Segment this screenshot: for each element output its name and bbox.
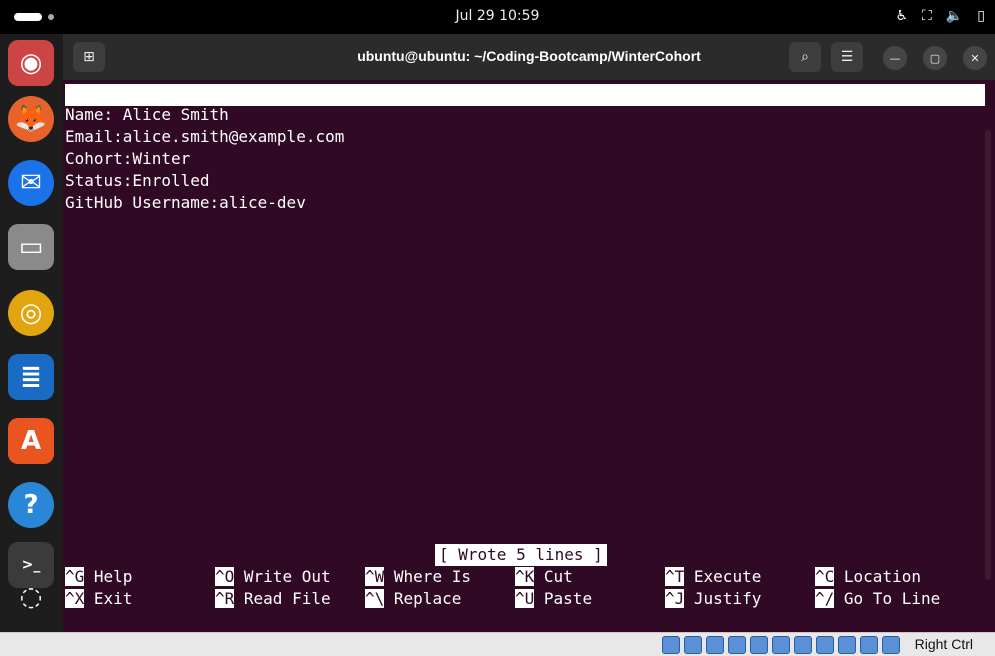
- text-line[interactable]: Cohort:Winter: [65, 148, 190, 170]
- vbox-status-bar: Right Ctrl: [0, 632, 995, 656]
- shared-folder-icon[interactable]: [772, 636, 790, 654]
- virtualization-icon[interactable]: [838, 636, 856, 654]
- nano-header: GNU nano 7.2 alice.txt: [65, 84, 985, 148]
- shortcut-location[interactable]: ^C Location: [815, 566, 921, 588]
- hard-disk-icon[interactable]: [662, 636, 680, 654]
- shortcut-where-is[interactable]: ^W Where Is: [365, 566, 471, 588]
- display-icon[interactable]: [794, 636, 812, 654]
- text-line[interactable]: Name: Alice Smith: [65, 104, 229, 126]
- text-line[interactable]: Status:Enrolled: [65, 170, 210, 192]
- search-icon: ⌕: [801, 49, 809, 65]
- shortcut-paste[interactable]: ^U Paste: [515, 588, 592, 610]
- search-button[interactable]: ⌕: [789, 42, 821, 72]
- terminal-content[interactable]: GNU nano 7.2 alice.txt Name: Alice Smith…: [63, 80, 995, 632]
- shortcut-replace[interactable]: ^\ Replace: [365, 588, 461, 610]
- clock[interactable]: Jul 29 10:59: [0, 8, 995, 24]
- optical-drive-icon[interactable]: [684, 636, 702, 654]
- host-key-label: Right Ctrl: [914, 636, 973, 652]
- thunderbird-icon[interactable]: ✉: [8, 160, 54, 206]
- writer-icon[interactable]: ≣: [8, 354, 54, 400]
- hamburger-icon: ☰: [840, 49, 854, 65]
- text-line[interactable]: Email:alice.smith@example.com: [65, 126, 344, 148]
- firefox-icon[interactable]: 🦊: [8, 96, 54, 142]
- audio-icon[interactable]: [706, 636, 724, 654]
- ubuntu-logo-icon[interactable]: ◌: [8, 574, 54, 620]
- shortcut-exit[interactable]: ^X Exit: [65, 588, 132, 610]
- top-bar: Jul 29 10:59 ♿ ⛶ 🔈 ▯: [0, 0, 995, 34]
- video-capture-icon[interactable]: [816, 636, 834, 654]
- title-bar[interactable]: ⊞ ubuntu@ubuntu: ~/Coding-Bootcamp/Winte…: [63, 34, 995, 80]
- network-icon[interactable]: ⛶: [922, 8, 932, 24]
- shortcut-help[interactable]: ^G Help: [65, 566, 132, 588]
- shortcut-go-to-line[interactable]: ^/ Go To Line: [815, 588, 940, 610]
- mouse-integration-icon[interactable]: [860, 636, 878, 654]
- rhythmbox-icon[interactable]: ◎: [8, 290, 54, 336]
- dock: ◉ 🦊 ✉ ▭ ◎ ≣ A ? >_ ◌: [0, 34, 63, 634]
- accessibility-icon[interactable]: ♿: [895, 8, 908, 24]
- shortcut-justify[interactable]: ^J Justify: [665, 588, 761, 610]
- app-center-icon[interactable]: A: [8, 418, 54, 464]
- close-button[interactable]: ✕: [963, 46, 987, 70]
- keyboard-capture-icon[interactable]: [882, 636, 900, 654]
- shortcut-write-out[interactable]: ^O Write Out: [215, 566, 331, 588]
- file-name: alice.txt: [505, 129, 592, 148]
- files-icon[interactable]: ▭: [8, 224, 54, 270]
- disk-utility-icon[interactable]: ◉: [8, 40, 54, 86]
- vbox-device-icons: [662, 636, 900, 654]
- network-adapter-icon[interactable]: [728, 636, 746, 654]
- status-message: [ Wrote 5 lines ]: [435, 544, 607, 566]
- text-line[interactable]: GitHub Username:alice-dev: [65, 192, 306, 214]
- shortcut-cut[interactable]: ^K Cut: [515, 566, 573, 588]
- shortcut-read-file[interactable]: ^R Read File: [215, 588, 331, 610]
- maximize-button[interactable]: ▢: [923, 46, 947, 70]
- minimize-button[interactable]: —: [883, 46, 907, 70]
- volume-icon[interactable]: 🔈: [946, 8, 963, 24]
- shortcut-execute[interactable]: ^T Execute: [665, 566, 761, 588]
- system-tray[interactable]: ♿ ⛶ 🔈 ▯: [895, 8, 985, 24]
- battery-icon[interactable]: ▯: [977, 8, 985, 24]
- terminal-window: ⊞ ubuntu@ubuntu: ~/Coding-Bootcamp/Winte…: [63, 34, 995, 632]
- scrollbar[interactable]: [985, 130, 991, 580]
- usb-icon[interactable]: [750, 636, 768, 654]
- menu-button[interactable]: ☰: [831, 42, 863, 72]
- help-icon[interactable]: ?: [8, 482, 54, 528]
